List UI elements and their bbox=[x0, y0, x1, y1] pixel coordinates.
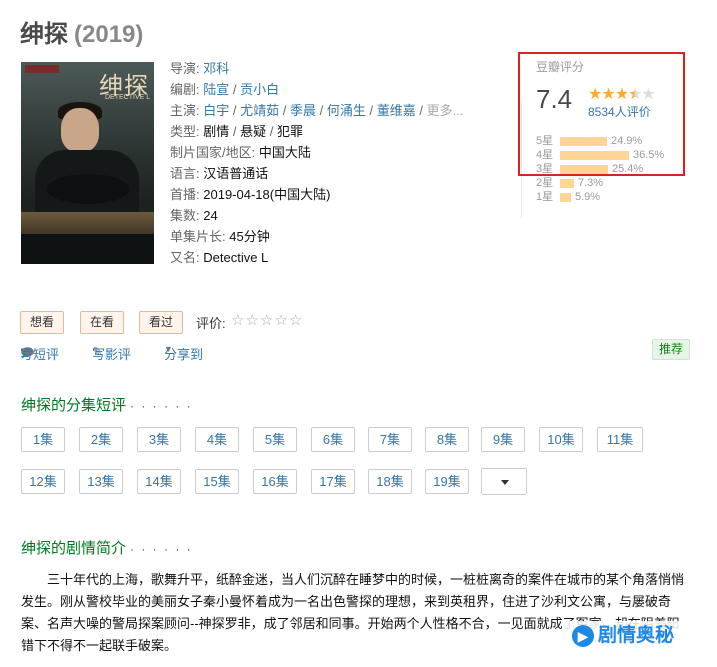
rating-label: 豆瓣评分 bbox=[536, 60, 585, 74]
episode-button[interactable]: 1集 bbox=[21, 427, 65, 452]
info-premiere: 首播: 2019-04-18(中国大陆) bbox=[170, 187, 331, 202]
episode-button[interactable]: 4集 bbox=[195, 427, 239, 452]
star-full-icon: ★ bbox=[601, 86, 615, 103]
episode-button[interactable]: 12集 bbox=[21, 469, 65, 494]
watched-button[interactable]: 看过 bbox=[139, 311, 184, 334]
info-aka: 又名: Detective L bbox=[170, 250, 269, 265]
episode-button[interactable]: 8集 bbox=[425, 427, 469, 452]
episode-button[interactable]: 16集 bbox=[253, 469, 297, 494]
cast-link[interactable]: 尤靖茹 bbox=[240, 103, 279, 118]
star-outline-icon[interactable]: ☆ bbox=[274, 312, 288, 329]
info-cast: 主演: 白宇 / 尤靖茹 / 季晨 / 何涌生 / 董维嘉 / 更多... bbox=[170, 103, 464, 118]
star-outline-icon[interactable]: ☆ bbox=[289, 312, 303, 329]
poster-figure-head bbox=[61, 108, 99, 152]
divider bbox=[521, 100, 522, 218]
star-outline-icon[interactable]: ☆ bbox=[245, 312, 259, 329]
want-button[interactable]: 想看 bbox=[20, 311, 65, 334]
episode-button[interactable]: 3集 bbox=[137, 427, 181, 452]
episode-button[interactable]: 19集 bbox=[425, 469, 469, 494]
rating-bar bbox=[560, 192, 571, 202]
recommend-button[interactable]: 推荐 bbox=[652, 339, 691, 360]
movie-title: 绅探 bbox=[20, 21, 68, 48]
episode-button[interactable]: 17集 bbox=[311, 469, 355, 494]
info-director: 导演: 邓科 bbox=[170, 61, 230, 76]
page-title: 绅探 (2019) bbox=[20, 14, 143, 49]
movie-year: (2019) bbox=[74, 21, 144, 48]
star-empty-icon: ★ bbox=[641, 86, 655, 103]
episode-button[interactable]: 13集 bbox=[79, 469, 123, 494]
caret-down-icon: ▼ bbox=[164, 344, 173, 354]
watching-button[interactable]: 在看 bbox=[80, 311, 125, 334]
rating-bar-row: 2星 7.3% bbox=[536, 177, 604, 189]
star-outline-icon[interactable]: ☆ bbox=[231, 312, 245, 329]
cast-link[interactable]: 白宇 bbox=[203, 103, 229, 118]
rate-label: 评价: bbox=[196, 316, 226, 331]
poster-subtitle: DETECTIVE L bbox=[105, 94, 151, 101]
poster-image[interactable]: 绅探 DETECTIVE L bbox=[21, 62, 154, 264]
star-full-icon: ★ bbox=[588, 86, 602, 103]
poster-bottom-band bbox=[21, 234, 154, 264]
rating-bar bbox=[560, 178, 574, 188]
cast-link[interactable]: 何涌生 bbox=[327, 103, 366, 118]
episode-button[interactable]: 9集 bbox=[481, 427, 525, 452]
episode-button[interactable]: 11集 bbox=[597, 427, 643, 452]
caret-down-icon bbox=[501, 480, 509, 485]
episode-button[interactable]: 14集 bbox=[137, 469, 181, 494]
rating-score: 7.4 bbox=[536, 84, 573, 114]
rating-stars: ★★★★★ bbox=[588, 84, 656, 104]
synopsis-section-title: 绅探的剧情简介 · · · · · · bbox=[21, 540, 193, 557]
rating-bar-row: 5星 24.9% bbox=[536, 135, 643, 147]
rating-box: 豆瓣评分 7.4 ★★★★★ 8534人评价 5星 24.9% 4星 36.5% 3… bbox=[526, 58, 686, 203]
play-icon: ▶ bbox=[572, 624, 594, 647]
rating-bar-row: 3星 25.4% bbox=[536, 163, 644, 175]
rating-bar bbox=[560, 136, 607, 146]
episode-button[interactable]: 10集 bbox=[539, 427, 583, 452]
cast-link[interactable]: 董维嘉 bbox=[377, 103, 416, 118]
writer-link[interactable]: 贡小白 bbox=[240, 82, 279, 97]
rating-bar bbox=[560, 150, 629, 160]
info-language: 语言: 汉语普通话 bbox=[170, 166, 269, 181]
episode-button[interactable]: 18集 bbox=[368, 469, 412, 494]
star-outline-icon[interactable]: ☆ bbox=[260, 312, 274, 329]
rating-bar-row: 1星 5.9% bbox=[536, 191, 601, 203]
rating-bar bbox=[560, 164, 608, 174]
cast-more-link[interactable]: 更多... bbox=[427, 103, 464, 118]
rating-count-link[interactable]: 8534人评价 bbox=[588, 103, 651, 120]
episode-button[interactable]: 5集 bbox=[253, 427, 297, 452]
poster-figure-hat bbox=[47, 174, 129, 204]
watermark: ▶ 剧情奥秘 bbox=[566, 621, 685, 651]
episode-button[interactable]: 15集 bbox=[195, 469, 239, 494]
episode-button[interactable]: 6集 bbox=[311, 427, 355, 452]
rating-breakdown: 5星 24.9% 4星 36.5% 3星 25.4% 2星 7.3% 1星 5.9% bbox=[536, 132, 665, 203]
episode-button[interactable]: 7集 bbox=[368, 427, 412, 452]
episode-more-button[interactable] bbox=[481, 468, 527, 495]
info-writer: 编剧: 陆宣 / 贡小白 bbox=[170, 82, 280, 97]
cast-link[interactable]: 季晨 bbox=[290, 103, 316, 118]
info-country: 制片国家/地区: 中国大陆 bbox=[170, 145, 311, 160]
user-rating-stars[interactable]: ☆☆☆☆☆ bbox=[231, 311, 303, 329]
info-panel: 导演: 邓科 编剧: 陆宣 / 贡小白 主演: 白宇 / 尤靖茹 / 季晨 / … bbox=[170, 58, 463, 268]
director-link[interactable]: 邓科 bbox=[203, 61, 229, 76]
star-full-icon: ★ bbox=[614, 86, 629, 103]
episodes-section-title: 绅探的分集短评 · · · · · · bbox=[21, 397, 193, 414]
rating-bar-row: 4星 36.5% bbox=[536, 149, 665, 161]
star-half-icon: ★ bbox=[628, 86, 642, 103]
info-genre: 类型: 剧情 / 悬疑 / 犯罪 bbox=[170, 124, 303, 139]
info-episodes: 集数: 24 bbox=[170, 208, 218, 223]
episode-button[interactable]: 2集 bbox=[79, 427, 123, 452]
writer-link[interactable]: 陆宣 bbox=[203, 82, 229, 97]
info-runtime: 单集片长: 45分钟 bbox=[170, 229, 270, 244]
poster-badge bbox=[25, 65, 59, 73]
